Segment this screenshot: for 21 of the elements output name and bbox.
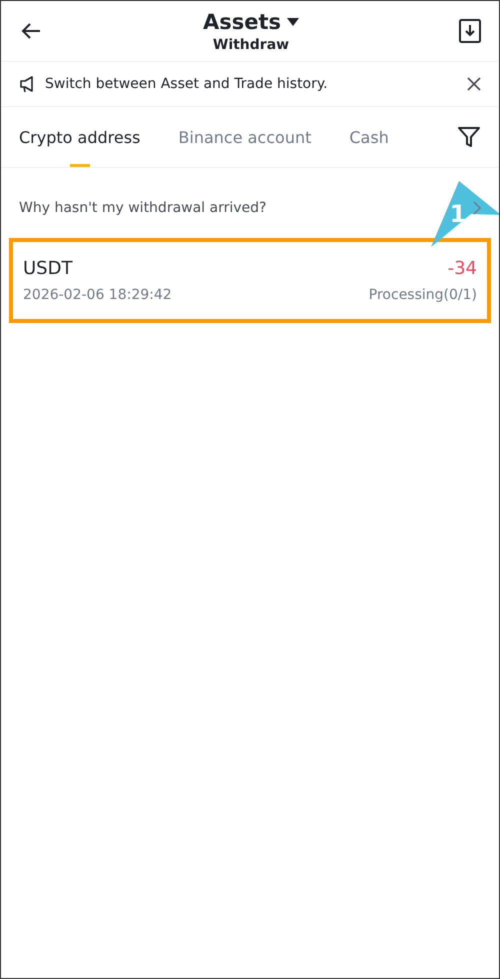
notice-text: Switch between Asset and Trade history. xyxy=(45,76,329,92)
page-title[interactable]: Assets xyxy=(202,9,282,35)
filter-icon xyxy=(457,125,481,149)
download-button[interactable] xyxy=(458,19,481,43)
help-link[interactable]: Why hasn't my withdrawal arrived? xyxy=(19,200,266,216)
tab[interactable]: Cash xyxy=(349,107,389,167)
filter-button[interactable] xyxy=(457,125,481,149)
close-icon xyxy=(467,77,481,91)
tab[interactable]: Binance account xyxy=(178,107,312,167)
tab[interactable]: Crypto address xyxy=(19,107,140,167)
chevron-right-icon[interactable] xyxy=(473,201,481,215)
coin-name: USDT xyxy=(23,258,72,279)
callout-marker: 1 xyxy=(431,181,499,247)
amount: -34 xyxy=(448,258,477,279)
download-icon xyxy=(458,19,481,43)
record-time: 2026-02-06 18:29:42 xyxy=(23,287,172,303)
withdrawal-record[interactable]: USDT -34 2026-02-06 18:29:42 Processing(0/1) xyxy=(9,238,491,323)
record-status: Processing(0/1) xyxy=(368,287,477,303)
dropdown-caret-icon[interactable] xyxy=(287,18,300,26)
close-button[interactable] xyxy=(467,77,481,91)
page-subtitle: Withdraw xyxy=(212,37,290,53)
